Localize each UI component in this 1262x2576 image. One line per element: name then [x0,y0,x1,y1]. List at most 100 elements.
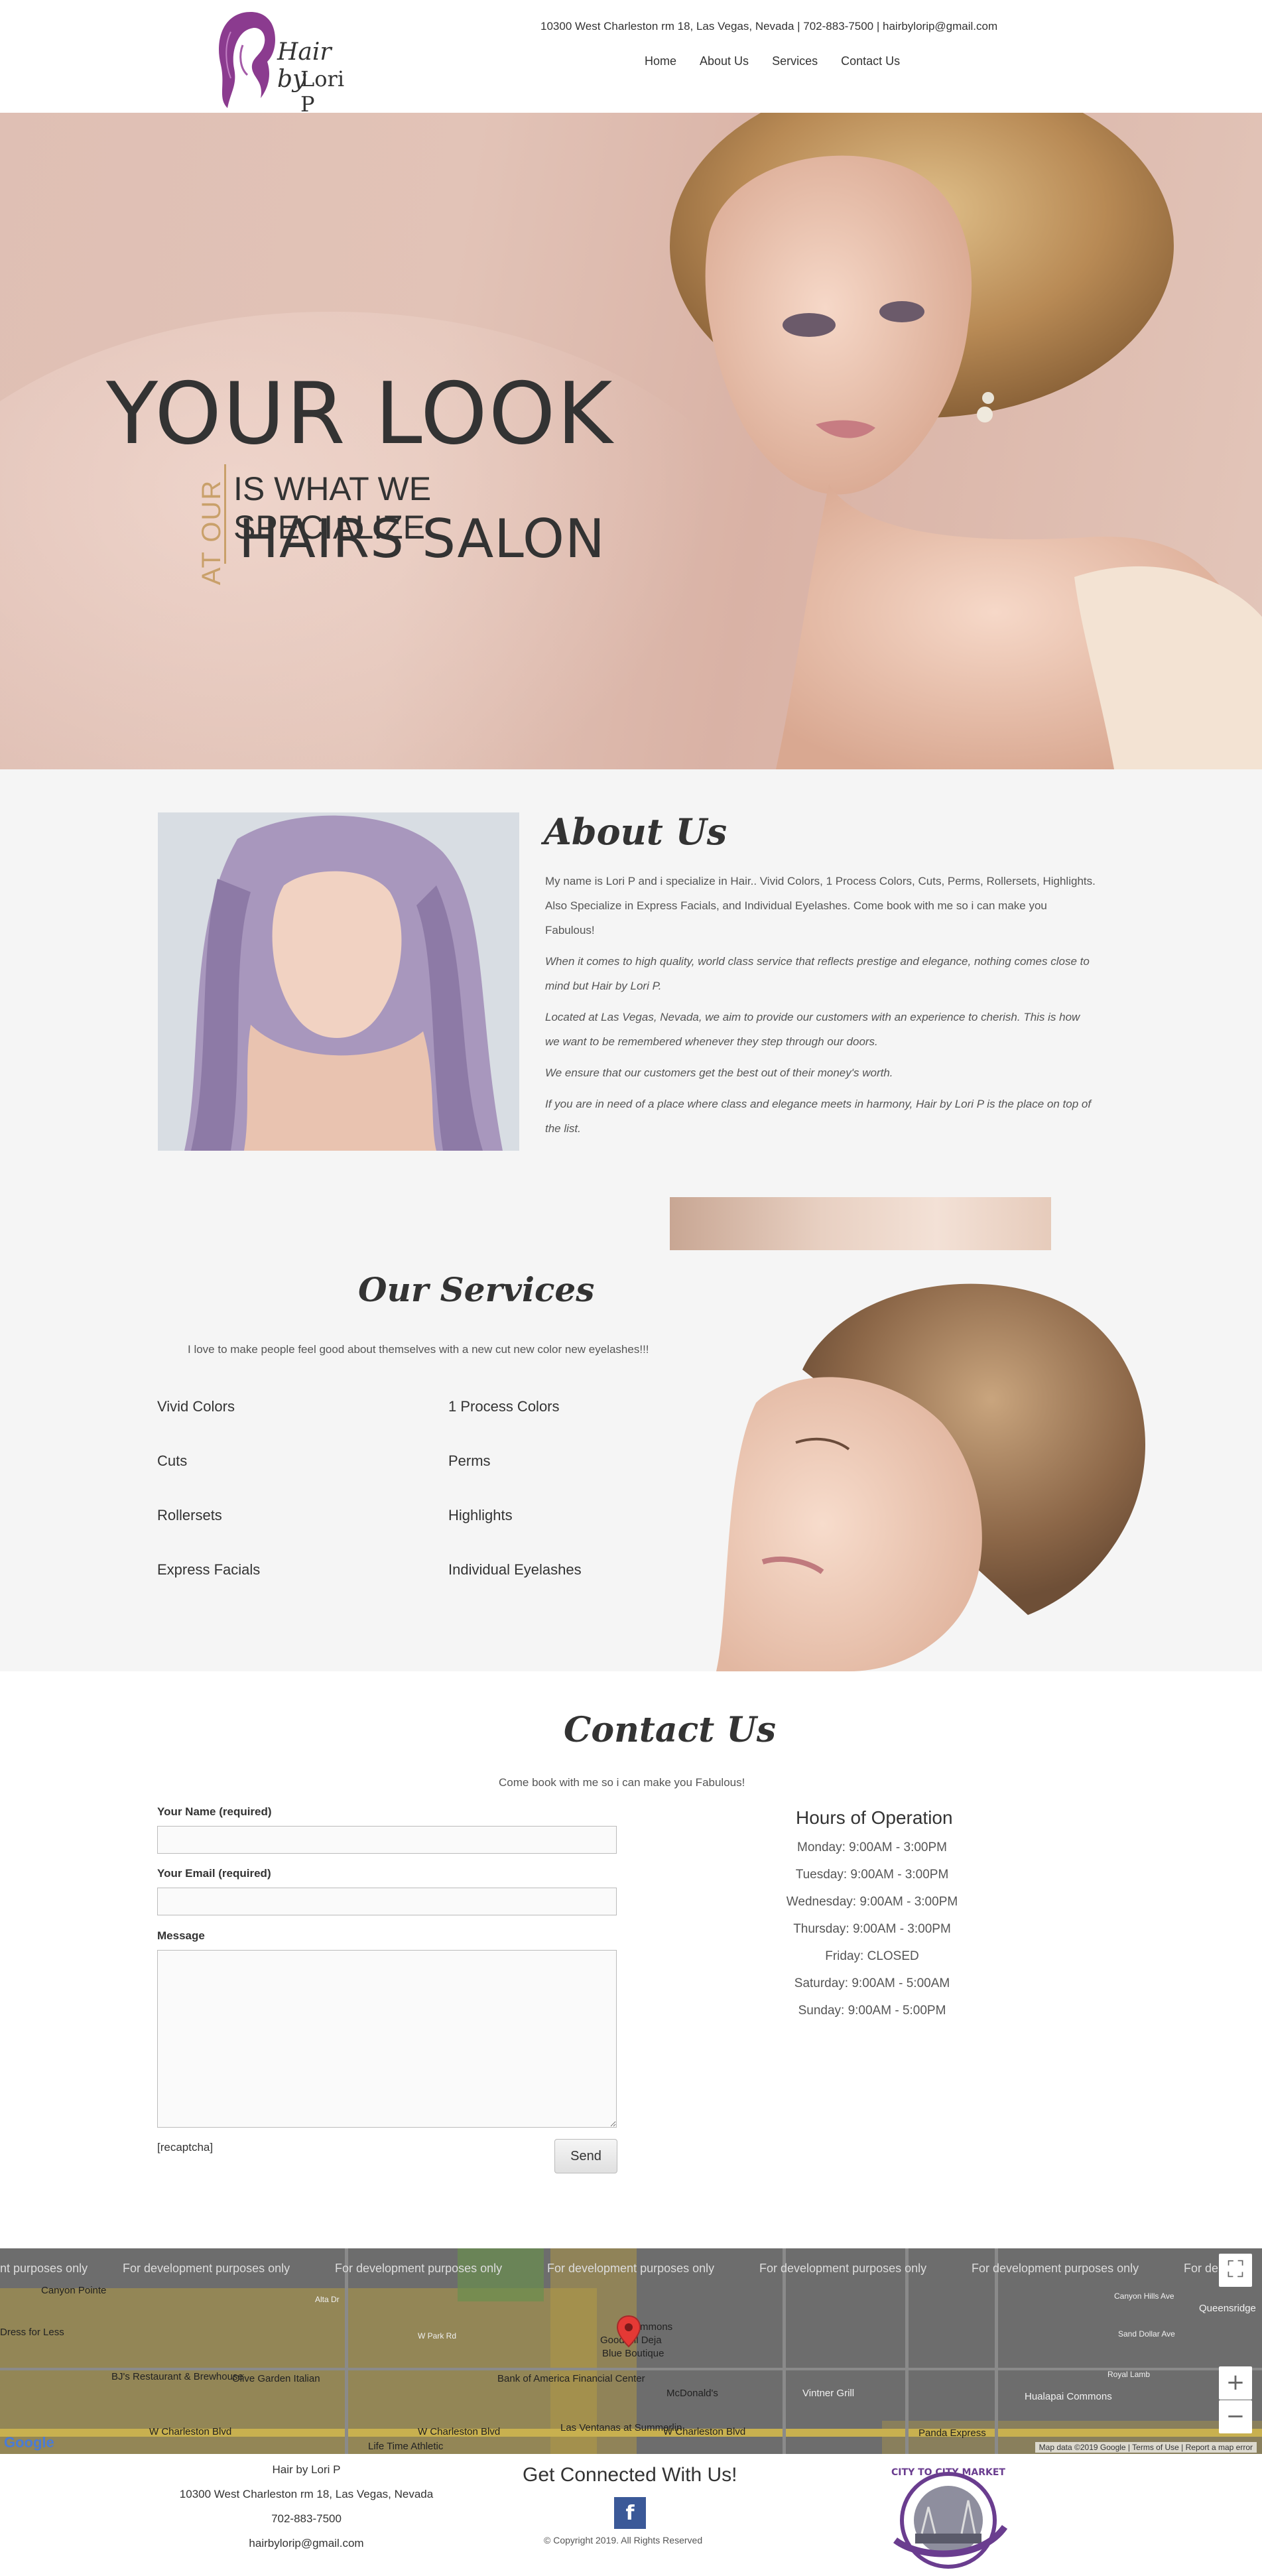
nav-contact-us[interactable]: Contact Us [841,52,900,71]
service-item: Perms [448,1452,491,1469]
email-field[interactable] [157,1888,617,1915]
footer-business-name: Hair by Lori P [272,2463,341,2476]
about-paragraph: If you are in need of a place where clas… [545,1098,1092,1135]
woman-silhouette-logo-icon [219,12,275,108]
about-paragraph: We ensure that our customers get the bes… [545,1066,893,1079]
map-zoom-in-button[interactable]: + [1219,2366,1252,2400]
hours-line: Monday: 9:00AM - 3:00PM [797,1840,947,1854]
map-watermark: For development purposes only [123,2262,290,2275]
send-button[interactable]: Send [554,2139,617,2173]
hours-line: Wednesday: 9:00AM - 3:00PM [786,1895,958,1909]
nav-home[interactable]: Home [645,52,676,71]
map-road [345,2248,348,2454]
service-item: Express Facials [157,1561,261,1578]
map-watermark: For development purposes only [972,2262,1139,2275]
map-road [783,2248,786,2454]
nav-services[interactable]: Services [772,52,818,71]
hours-line: Sunday: 9:00AM - 5:00PM [798,2004,946,2018]
about-paragraph: My name is Lori P and i specialize in Ha… [545,875,1096,936]
about-section: About Us My name is Lori P and i special… [0,769,1262,1671]
map-fullscreen-button[interactable]: ⛶ [1219,2254,1252,2287]
map-label: Vintner Grill [802,2388,855,2399]
site-footer: Hair by Lori P 10300 West Charleston rm … [0,2454,1262,2576]
map-label: Royal Lamb [1107,2370,1151,2379]
map-road [995,2248,998,2454]
message-field[interactable] [157,1950,617,2128]
footer-email[interactable]: hairbylorip@gmail.com [141,2537,472,2550]
hero-divider [224,464,226,564]
map-label: W Charleston Blvd [418,2426,501,2437]
about-text: My name is Lori P and i specialize in Ha… [545,869,1096,1147]
service-item: 1 Process Colors [448,1398,560,1415]
map-watermark: For de [1184,2262,1219,2275]
logo-line-2: Lori P [300,66,345,117]
site-logo[interactable]: Hair by Lori P [211,5,363,117]
map-label: Dress for Less [0,2327,64,2338]
hero-at-our: AT OUR [197,479,227,586]
map-road [905,2248,909,2454]
hours-line: Tuesday: 9:00AM - 3:00PM [795,1868,949,1882]
map-label: BJ's Restaurant & Brewhouse [111,2371,243,2382]
map-watermark: For development purposes only [335,2262,503,2275]
about-title: About Us [544,810,727,853]
location-map[interactable]: nt purposes only For development purpose… [0,2248,1262,2454]
connect-heading: Get Connected With Us! [523,2464,737,2486]
map-label: Olive Garden Italian [232,2373,320,2384]
contact-subtitle: Come book with me so i can make you Fabu… [499,1776,745,1789]
copyright: © Copyright 2019. All Rights Reserved [544,2535,703,2545]
city-to-city-market-badge-icon[interactable]: CITY TO CITY MARKET [882,2461,1015,2573]
nav-about-us[interactable]: About Us [700,52,749,71]
map-zoom-out-button[interactable]: − [1219,2400,1252,2433]
map-label: Life Time Athletic [368,2441,444,2452]
hours-line: Thursday: 9:00AM - 3:00PM [793,1922,951,1936]
map-label: Queensridge [1199,2303,1256,2314]
map-watermark: nt purposes only [0,2262,88,2275]
service-item: Vivid Colors [157,1398,235,1415]
map-location-pin-icon[interactable] [615,2315,642,2348]
map-label: Canyon Hills Ave [1114,2291,1174,2301]
footer-address: 10300 West Charleston rm 18, Las Vegas, … [179,2488,434,2500]
main-nav: Home About Us Services Contact Us [645,52,900,71]
map-label: W Charleston Blvd [149,2426,232,2437]
decorative-photo-strip [670,1197,1051,1250]
map-attribution[interactable]: Map data ©2019 Google | Terms of Use | R… [1035,2442,1257,2453]
map-road [0,2368,1262,2370]
service-item: Individual Eyelashes [448,1561,582,1578]
map-label: Las Ventanas at Summerlin [560,2422,682,2433]
service-item: Rollersets [157,1507,222,1523]
hours-line: Saturday: 9:00AM - 5:00AM [794,1976,950,1990]
name-label: Your Name (required) [157,1805,272,1818]
google-logo: Google [4,2434,54,2451]
hero-title: YOUR LOOK [106,365,614,464]
about-paragraph: Located at Las Vegas, Nevada, we aim to … [545,1011,1080,1048]
services-woman-image [716,1283,1145,1671]
name-field[interactable] [157,1826,617,1854]
purple-hair-woman-image [158,812,519,1151]
message-label: Message [157,1929,205,1942]
hero-line-2: HAIRS SALON [239,508,605,570]
hours-title: Hours of Operation [796,1807,953,1828]
service-item: Highlights [448,1507,513,1523]
site-header: Hair by Lori P 10300 West Charleston rm … [0,0,1262,117]
service-item: Cuts [157,1452,188,1469]
about-paragraph: When it comes to high quality, world cla… [545,955,1090,992]
contact-title: Contact Us [564,1710,776,1750]
services-intro: I love to make people feel good about th… [188,1343,649,1356]
map-label: Sand Dollar Ave [1118,2329,1175,2339]
map-label: Canyon Pointe [41,2285,107,2296]
hero-subtitle-group: AT OUR IS WHAT WE SPECIALIZE HAIRS SALON [186,464,610,585]
map-label: Panda Express [918,2427,986,2439]
map-label: W Park Rd [418,2331,457,2341]
footer-phone: 702-883-7500 [271,2512,342,2525]
map-watermark: For development purposes only [547,2262,715,2275]
map-label: Hualapai Commons [1025,2391,1112,2402]
hours-line: Friday: CLOSED [825,1949,919,1963]
contact-bar: 10300 West Charleston rm 18, Las Vegas, … [540,20,998,32]
map-label: Blue Boutique [602,2348,664,2359]
map-label: McDonald's [666,2388,718,2399]
hero-woman-image [670,113,1262,769]
hero-banner: YOUR LOOK AT OUR IS WHAT WE SPECIALIZE H… [0,113,1262,769]
map-label: Bank of America Financial Center [497,2373,645,2384]
facebook-icon[interactable]: f [614,2497,646,2529]
map-label: mmons [640,2321,673,2333]
